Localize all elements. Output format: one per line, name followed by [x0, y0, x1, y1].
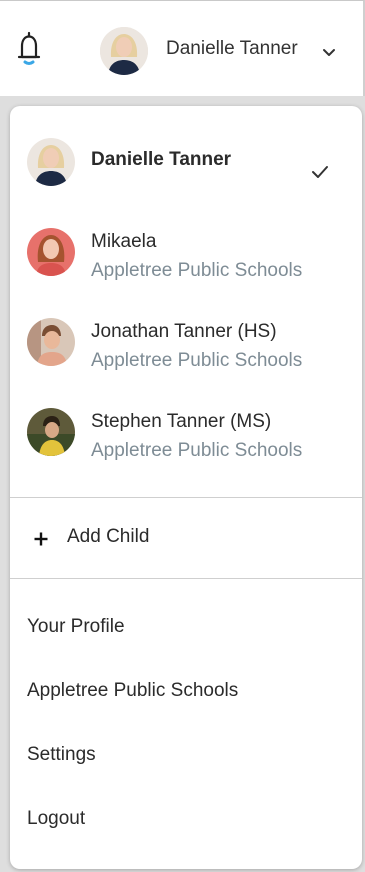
avatar: [27, 138, 75, 186]
avatar[interactable]: [100, 27, 148, 75]
settings-link[interactable]: Settings: [27, 744, 96, 766]
avatar: [27, 408, 75, 456]
divider: [10, 497, 362, 498]
account-school: Appletree Public Schools: [91, 260, 303, 281]
account-item-stephen[interactable]: Stephen Tanner (MS) Appletree Public Sch…: [10, 394, 362, 480]
account-item-danielle[interactable]: Danielle Tanner: [10, 118, 362, 204]
account-name: Stephen Tanner (MS): [91, 411, 272, 432]
account-item-mikaela[interactable]: Mikaela Appletree Public Schools: [10, 214, 362, 300]
divider: [10, 578, 362, 579]
account-dropdown-menu: Danielle Tanner Mikaela Appletree Public…: [10, 106, 362, 869]
account-name: Danielle Tanner: [91, 149, 232, 170]
avatar: [27, 318, 75, 366]
add-child-label: Add Child: [67, 526, 150, 547]
bell-icon[interactable]: [14, 29, 44, 69]
check-icon: [310, 164, 330, 180]
account-school: Appletree Public Schools: [91, 350, 303, 371]
avatar: [27, 228, 75, 276]
current-user-name[interactable]: Danielle Tanner: [166, 38, 298, 60]
plus-icon: [34, 532, 48, 546]
account-school: Appletree Public Schools: [91, 440, 303, 461]
chevron-down-icon[interactable]: [322, 45, 336, 56]
account-item-jonathan[interactable]: Jonathan Tanner (HS) Appletree Public Sc…: [10, 304, 362, 390]
school-link[interactable]: Appletree Public Schools: [27, 680, 238, 702]
account-name: Jonathan Tanner (HS): [91, 321, 277, 342]
account-name: Mikaela: [91, 231, 157, 252]
your-profile-link[interactable]: Your Profile: [27, 616, 125, 638]
add-child-button[interactable]: Add Child: [10, 506, 362, 570]
top-header-bar: Danielle Tanner: [0, 0, 365, 96]
logout-link[interactable]: Logout: [27, 808, 85, 830]
